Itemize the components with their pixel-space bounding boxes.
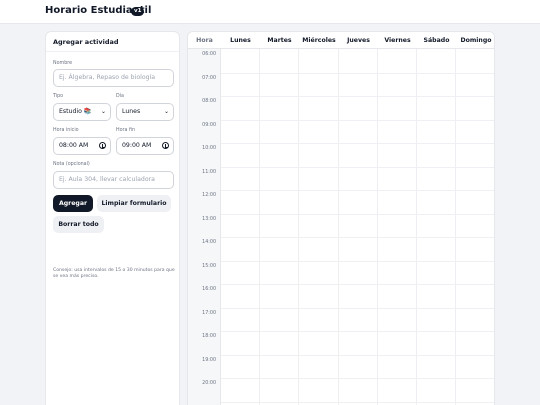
- type-value: Estudio 📚: [59, 108, 92, 115]
- name-input[interactable]: Ej. Álgebra, Repaso de biología: [53, 69, 174, 87]
- hour-gridline: [221, 284, 494, 285]
- hour-gridline: [221, 355, 494, 356]
- type-label: Tipo: [53, 94, 64, 99]
- hour-gridline: [221, 73, 494, 74]
- end-value: 09:00 AM: [122, 142, 152, 149]
- chevron-down-icon: ⌄: [100, 108, 106, 115]
- hour-label: 19:00: [202, 358, 216, 363]
- hour-gridline: [221, 378, 494, 379]
- hour-label: 11:00: [202, 170, 216, 175]
- weekly-schedule: Hora Lunes Martes Miércoles Jueves Viern…: [187, 31, 495, 405]
- day-header-sabado: Sábado: [423, 37, 450, 44]
- hour-label: 20:00: [202, 381, 216, 386]
- hour-gridline: [221, 331, 494, 332]
- end-label: Hora fin: [116, 128, 136, 133]
- hour-gridline: [221, 237, 494, 238]
- day-select[interactable]: Lunes ⌄: [116, 103, 174, 121]
- add-activity-panel: Agregar actividad Nombre Ej. Álgebra, Re…: [45, 31, 180, 405]
- day-header-lunes: Lunes: [230, 37, 251, 44]
- hour-gridline: [221, 143, 494, 144]
- hour-column: 06:00 07:00 08:00 09:00 10:00 11:00 12:0…: [188, 49, 221, 405]
- day-column-lunes[interactable]: [221, 49, 260, 405]
- note-placeholder: Ej. Aula 304, llevar calculadora: [59, 176, 155, 183]
- hour-label: 06:00: [202, 52, 216, 57]
- version-badge: v1: [131, 7, 145, 16]
- clock-icon[interactable]: [162, 142, 169, 149]
- clear-form-button[interactable]: Limpiar formulario: [97, 195, 171, 212]
- day-header-viernes: Viernes: [384, 37, 411, 44]
- hour-gridline: [221, 402, 494, 403]
- day-column-domingo[interactable]: [456, 49, 494, 405]
- chevron-down-icon: ⌄: [163, 108, 169, 115]
- hour-label: 16:00: [202, 287, 216, 292]
- day-header-martes: Martes: [267, 37, 292, 44]
- add-button[interactable]: Agregar: [53, 195, 93, 212]
- start-time-input[interactable]: 08:00 AM: [53, 137, 111, 155]
- day-header-jueves: Jueves: [347, 37, 370, 44]
- hour-label: 14:00: [202, 240, 216, 245]
- day-header-domingo: Domingo: [460, 37, 492, 44]
- delete-all-button[interactable]: Borrar todo: [53, 216, 104, 233]
- hour-label: 10:00: [202, 146, 216, 151]
- hour-gridline: [221, 96, 494, 97]
- hour-label: 13:00: [202, 217, 216, 222]
- hour-label: 08:00: [202, 99, 216, 104]
- hour-label: 17:00: [202, 311, 216, 316]
- panel-title: Agregar actividad: [46, 32, 179, 52]
- hour-gridline: [221, 190, 494, 191]
- schedule-header: Hora Lunes Martes Miércoles Jueves Viern…: [188, 32, 494, 49]
- start-label: Hora inicio: [53, 128, 79, 133]
- day-value: Lunes: [122, 108, 141, 115]
- day-column-martes[interactable]: [260, 49, 299, 405]
- hour-label: 18:00: [202, 334, 216, 339]
- hour-column-header: Hora: [196, 37, 213, 44]
- day-column-sabado[interactable]: [417, 49, 456, 405]
- day-label: Día: [116, 94, 124, 99]
- day-column-miercoles[interactable]: [299, 49, 339, 405]
- clock-icon[interactable]: [99, 142, 106, 149]
- start-value: 08:00 AM: [59, 142, 89, 149]
- hour-label: 12:00: [202, 193, 216, 198]
- hour-gridline: [221, 308, 494, 309]
- top-bar: Horario Estudiantil v1: [0, 0, 540, 24]
- type-select[interactable]: Estudio 📚 ⌄: [53, 103, 111, 121]
- hour-gridline: [221, 214, 494, 215]
- day-header-miercoles: Miércoles: [302, 37, 336, 44]
- day-column-jueves[interactable]: [339, 49, 378, 405]
- hour-gridline: [221, 167, 494, 168]
- day-column-viernes[interactable]: [378, 49, 417, 405]
- note-label: Nota (opcional): [53, 162, 90, 167]
- hint-text: Consejo: usa intervalos de 15 o 30 minut…: [53, 268, 175, 280]
- hour-label: 07:00: [202, 76, 216, 81]
- hour-gridline: [221, 261, 494, 262]
- name-label: Nombre: [53, 61, 73, 66]
- hour-label: 15:00: [202, 264, 216, 269]
- hour-gridline: [221, 120, 494, 121]
- note-input[interactable]: Ej. Aula 304, llevar calculadora: [53, 171, 174, 189]
- end-time-input[interactable]: 09:00 AM: [116, 137, 174, 155]
- hour-label: 09:00: [202, 123, 216, 128]
- name-placeholder: Ej. Álgebra, Repaso de biología: [59, 74, 156, 81]
